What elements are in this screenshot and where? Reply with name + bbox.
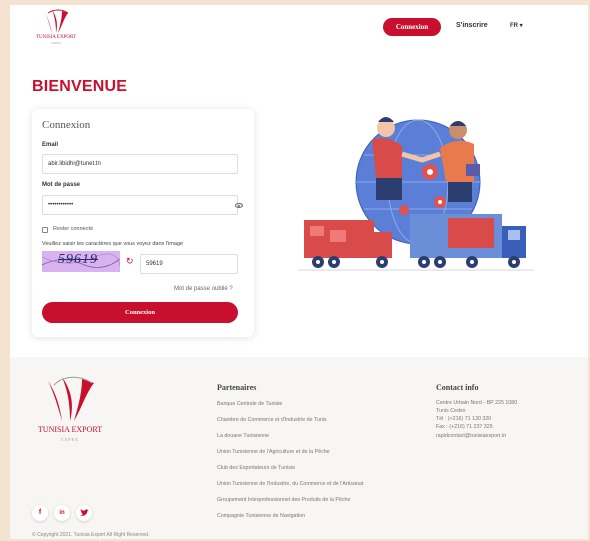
login-card: Connexion Email abir.libidhi@tunet.tn Mo… [32, 109, 254, 337]
refresh-icon[interactable]: ↻ [126, 256, 134, 267]
contact-address: Centre Urbain Nord - BP 225 1080 [436, 400, 518, 406]
captcha-label: Veuillez saisir les caractères que vous … [42, 241, 184, 247]
partner-link[interactable]: Compagnie Tunisienne de Navigation [217, 513, 305, 519]
facebook-icon[interactable]: f [32, 505, 48, 521]
remember-label: Rester connecté [53, 226, 94, 232]
header-login-button[interactable]: Connexion [383, 18, 441, 36]
signup-link[interactable]: S'inscrire [456, 22, 488, 29]
partner-link[interactable]: Banque Centrale de Tunisie [217, 401, 282, 407]
partner-link[interactable]: Chambre de Commerce et d'Industrie de Tu… [217, 417, 327, 423]
trade-illustration-icon [298, 117, 534, 271]
page-frame: TUNISIA EXPORT CEPEX Connexion S'inscrir… [10, 5, 588, 539]
twitter-bird [79, 509, 89, 516]
footer-logo-sub: CEPEX [61, 437, 79, 442]
partner-link[interactable]: Union Tunisienne de l'Industrie, du Comm… [217, 481, 363, 487]
header-logo-sub: CEPEX [51, 41, 61, 45]
copyright-text: © Copyright 2021. Tunisia Export All Rig… [32, 532, 150, 538]
login-submit-button[interactable]: Connexion [42, 302, 238, 323]
forgot-password-link[interactable]: Mot de passe oublié ? [174, 286, 233, 292]
contact-phone: Tél : (+216) 71 130 320 [436, 416, 492, 422]
login-card-title: Connexion [42, 119, 91, 131]
language-selector[interactable]: FR ▾ [510, 22, 523, 29]
partners-title: Partenaires [217, 383, 257, 392]
contact-city: Tunis Cedex [436, 408, 466, 414]
contact-title: Contact info [436, 383, 479, 392]
partner-link[interactable]: La douane Tunisienne [217, 433, 269, 439]
header-logo[interactable]: TUNISIA EXPORT CEPEX [32, 9, 80, 45]
page-title: BIENVENUE [32, 78, 128, 95]
captcha-text: 59619 [58, 252, 98, 267]
eye-icon[interactable] [235, 203, 243, 208]
contact-email[interactable]: rapidcontact@tunisiaexport.tn [436, 433, 506, 439]
footer-logo-text: TUNISIA EXPORT [37, 425, 103, 434]
password-value: •••••••••••• [48, 202, 74, 208]
header-logo-text: TUNISIA EXPORT [35, 35, 77, 40]
remember-checkbox[interactable] [42, 227, 48, 233]
twitter-icon[interactable] [76, 505, 92, 521]
partner-link[interactable]: Club des Exportateurs de Tunisie [217, 465, 295, 471]
footer-logo-icon [48, 376, 94, 421]
password-field[interactable]: •••••••••••• [42, 195, 243, 215]
header: TUNISIA EXPORT CEPEX Connexion S'inscrir… [10, 5, 588, 47]
captcha-image: 59619 [42, 251, 120, 272]
email-field[interactable]: abir.libidhi@tunet.tn [42, 154, 238, 174]
footer-logo[interactable]: TUNISIA EXPORT CEPEX [28, 375, 102, 455]
handshake-illustration [290, 100, 540, 280]
password-label: Mot de passe [42, 182, 81, 188]
contact-fax: Fax : (+216) 71 237 325 [436, 424, 493, 430]
captcha-input[interactable]: 59619 [140, 254, 238, 274]
linkedin-icon[interactable]: in [54, 505, 70, 521]
partner-link[interactable]: Groupement Interprofessionnel des Produi… [217, 497, 350, 503]
footer: TUNISIA EXPORT CEPEX Partenaires Banque … [10, 357, 588, 539]
tunisia-export-logo-icon [44, 9, 69, 33]
email-label: Email [42, 142, 59, 148]
partner-link[interactable]: Union Tunisienne de l'Agriculture et de … [217, 449, 330, 455]
